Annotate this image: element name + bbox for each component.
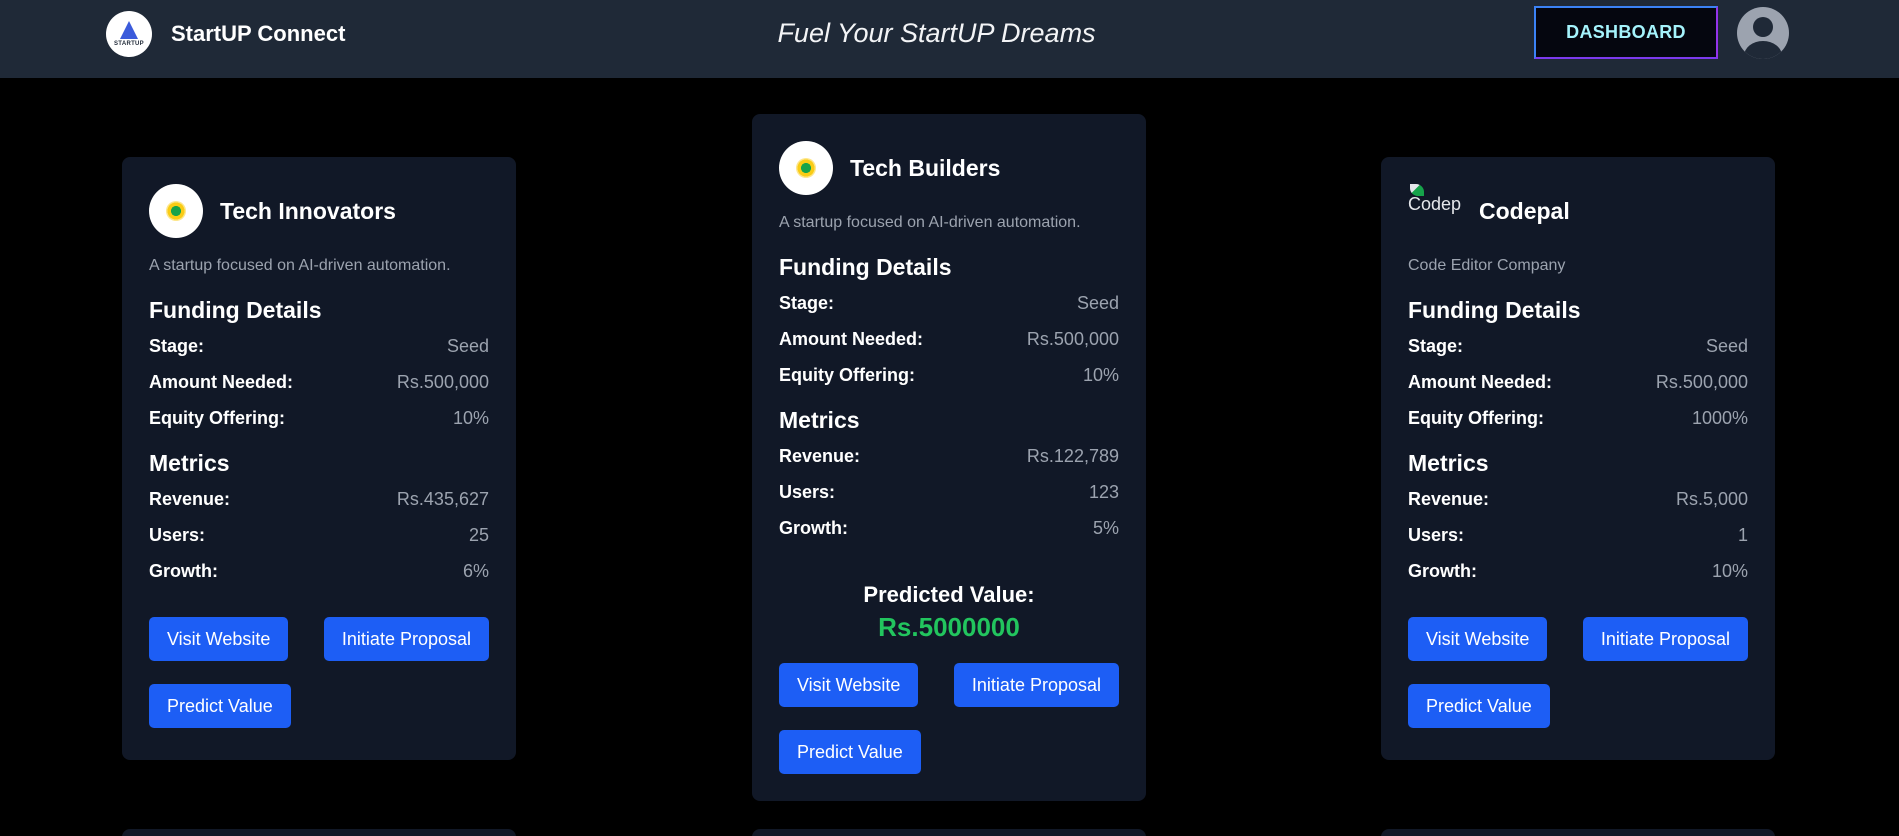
funding-details-title: Funding Details: [1408, 297, 1581, 323]
users-row: Users: 123: [779, 481, 1119, 502]
user-avatar-icon[interactable]: [1737, 7, 1789, 59]
predict-value-button[interactable]: Predict Value: [149, 684, 291, 728]
growth-row: Growth: 6%: [149, 560, 489, 581]
initiate-proposal-button[interactable]: Initiate Proposal: [323, 617, 489, 661]
amount-row: Amount Needed: Rs.500,000: [149, 371, 489, 392]
metrics-title: Metrics: [779, 407, 860, 433]
predicted-value-label: Predicted Value:: [863, 582, 1035, 607]
startup-card: Tech Innovators A startup focused on AI-…: [122, 157, 516, 760]
revenue-row: Revenue: Rs.122,789: [779, 445, 1119, 466]
startup-card-partial: [122, 829, 516, 836]
broken-image-icon: Codep: [1408, 184, 1462, 238]
startup-name: Tech Builders: [850, 154, 1001, 181]
metrics-title: Metrics: [149, 450, 230, 476]
users-row: Users: 1: [1408, 524, 1748, 545]
revenue-row: Revenue: Rs.5,000: [1408, 488, 1748, 509]
startup-name: Codepal: [1479, 197, 1570, 224]
startup-card-partial: [752, 829, 1146, 836]
visit-website-button[interactable]: Visit Website: [1408, 617, 1548, 661]
startup-logo-icon: [779, 141, 833, 195]
startup-logo-icon: [149, 184, 203, 238]
startup-card: Tech Builders A startup focused on AI-dr…: [752, 114, 1146, 801]
dashboard-button[interactable]: DASHBOARD: [1534, 6, 1718, 59]
initiate-proposal-button[interactable]: Initiate Proposal: [1582, 617, 1748, 661]
stage-row: Stage: Seed: [779, 292, 1119, 313]
users-row: Users: 25: [149, 524, 489, 545]
growth-row: Growth: 10%: [1408, 560, 1748, 581]
visit-website-button[interactable]: Visit Website: [779, 663, 919, 707]
funding-details-title: Funding Details: [779, 254, 952, 280]
startup-card-partial: [1381, 829, 1775, 836]
visit-website-button[interactable]: Visit Website: [149, 617, 289, 661]
initiate-proposal-button[interactable]: Initiate Proposal: [953, 663, 1119, 707]
startup-description: Code Editor Company: [1408, 257, 1566, 274]
predicted-value-block: Predicted Value: Rs.5000000: [779, 582, 1119, 643]
funding-details-title: Funding Details: [149, 297, 322, 323]
equity-row: Equity Offering: 1000%: [1408, 407, 1748, 428]
revenue-row: Revenue: Rs.435,627: [149, 488, 489, 509]
predict-value-button[interactable]: Predict Value: [779, 730, 921, 774]
stage-row: Stage: Seed: [149, 335, 489, 356]
startup-name: Tech Innovators: [220, 197, 396, 224]
stage-row: Stage: Seed: [1408, 335, 1748, 356]
amount-row: Amount Needed: Rs.500,000: [1408, 371, 1748, 392]
predict-value-button[interactable]: Predict Value: [1408, 684, 1550, 728]
equity-row: Equity Offering: 10%: [779, 364, 1119, 385]
predicted-value: Rs.5000000: [878, 612, 1020, 642]
top-navbar: STARTUP StartUP Connect Fuel Your StartU…: [0, 0, 1899, 78]
growth-row: Growth: 5%: [779, 517, 1119, 538]
startup-card: Codep Codepal Code Editor Company Fundin…: [1381, 157, 1775, 760]
metrics-title: Metrics: [1408, 450, 1489, 476]
startup-description: A startup focused on AI-driven automatio…: [149, 257, 451, 274]
equity-row: Equity Offering: 10%: [149, 407, 489, 428]
amount-row: Amount Needed: Rs.500,000: [779, 328, 1119, 349]
startup-description: A startup focused on AI-driven automatio…: [779, 214, 1081, 231]
